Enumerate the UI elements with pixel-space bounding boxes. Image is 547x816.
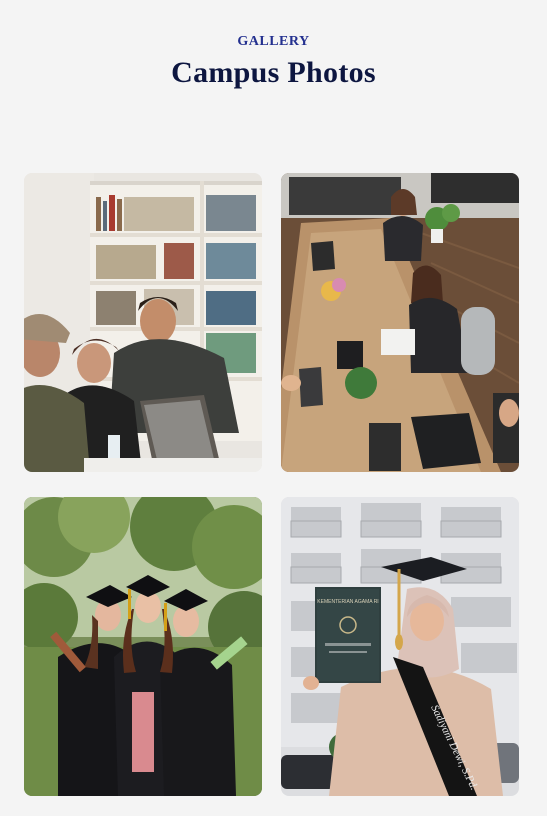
photo-graduate-diploma: Sadiyani Dewi, S.Pd. KEMENTERIAN AGAMA R…: [281, 497, 519, 796]
gallery-photo-4[interactable]: Sadiyani Dewi, S.Pd. KEMENTERIAN AGAMA R…: [281, 497, 519, 796]
section-title: Campus Photos: [171, 56, 376, 89]
photo-graduates: [24, 497, 262, 796]
diploma-text: KEMENTERIAN AGAMA RI: [317, 599, 378, 605]
photo-coworking-table: [281, 173, 519, 472]
gallery-photo-1[interactable]: [24, 173, 262, 472]
section-eyebrow: GALLERY: [237, 34, 310, 49]
gallery-photo-2[interactable]: [281, 173, 519, 472]
gallery-photo-3[interactable]: [24, 497, 262, 796]
photo-students-library: [24, 173, 262, 472]
